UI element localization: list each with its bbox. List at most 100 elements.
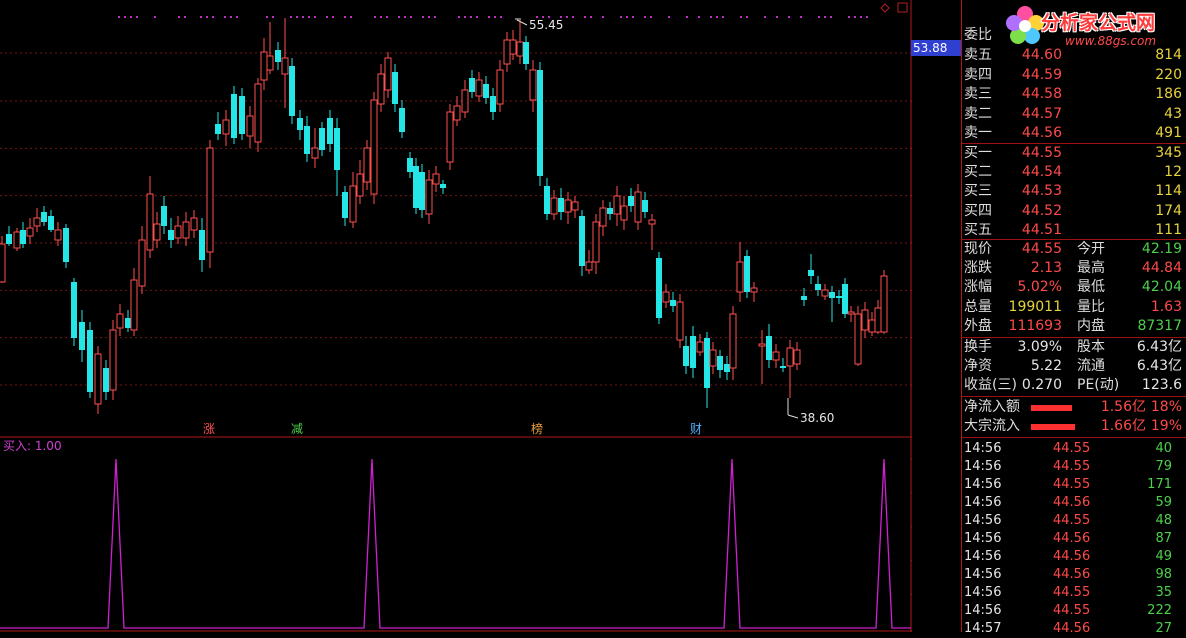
candle-down [766,336,772,360]
stat-label-2: 量比 [1077,298,1105,315]
stat-label: 总量 [964,298,992,315]
candle-up [550,197,558,215]
fin-value-2: 6.43亿 [1136,339,1182,355]
ask-volume: 491 [1155,125,1182,141]
fin-row: 收益(三) 0.270 PE(动) 123.6 [961,376,1186,395]
candle-up [138,239,146,287]
flow-row: 净流入额 1.56亿 18% [961,398,1186,417]
signal-dot [212,16,214,18]
candle-up [496,69,504,105]
tick-price: 44.56 [1053,621,1091,636]
flow-percent: 18% [1150,399,1182,415]
stat-label: 外盘 [964,317,992,334]
candle-down [670,300,676,306]
candle-up [529,69,537,101]
candle-up [146,193,154,251]
tick-row: 14:56 44.55 222 [961,602,1186,620]
signal-dot [854,16,856,18]
candle-down [704,338,710,388]
candle-up [254,83,262,143]
candle-down [628,196,634,206]
fin-value: 5.22 [1030,358,1062,375]
candle-down [419,172,425,210]
kline-chart[interactable]: 52.0050.0048.0046.0044.0042.0040.00 买入: … [0,0,912,632]
bid-price: 44.53 [1021,183,1062,200]
candle-down [469,78,475,92]
candle-down [683,346,689,366]
ask-label: 卖五 [964,47,992,63]
candle-down [579,216,585,266]
candle-up [54,229,62,241]
candle-down [41,212,47,222]
candle-up [758,343,766,347]
bid-row: 买四 44.52 174 [961,202,1186,221]
signal-dot [650,16,652,18]
candle-up [266,55,274,71]
stat-row: 外盘 111693 内盘 87317 [961,317,1186,336]
tick-time: 14:56 [964,567,1002,582]
tick-row: 14:56 44.56 49 [961,548,1186,566]
candle-down [607,208,613,214]
candle-up [750,287,758,293]
tick-volume: 171 [1147,477,1172,492]
candle-up [868,319,876,333]
signal-dot [136,16,138,18]
candle-up [793,349,801,365]
stat-value-2: 42.04 [1141,279,1182,296]
signal-dot [746,16,748,18]
tick-volume: 27 [1155,621,1172,636]
candle-up [153,223,161,241]
signal-dot [344,16,346,18]
tick-volume: 49 [1155,549,1172,564]
candle-up [613,195,621,215]
candle-down [724,364,730,372]
tick-price: 44.56 [1053,531,1091,546]
window-restore-icon [897,2,908,13]
ask-volume: 220 [1155,66,1182,83]
candle-up [874,307,882,333]
stat-value: 111693 [1008,317,1062,334]
signal-dot [266,16,268,18]
signal-dot [184,16,186,18]
candle-up [696,341,704,353]
candle-up [26,227,34,237]
candle-down [231,94,237,138]
signal-dot [434,16,436,18]
candle-up [13,231,21,249]
candle-up [109,329,117,391]
candle-up [356,173,364,197]
ask-row: 卖五 44.60 814 [961,46,1186,65]
weibi-label: 委比 [964,27,992,43]
low-arrow-tail [787,414,799,419]
signal-dot [698,16,700,18]
signal-dot [374,16,376,18]
candle-up [311,147,319,159]
signal-dot [410,16,412,18]
candle-down [79,322,85,350]
tick-row: 14:56 44.56 87 [961,530,1186,548]
tick-time: 14:56 [964,603,1002,618]
buy-indicator-panel: 买入: 1.001.000.800.600.400.20 [0,439,912,629]
signal-dot [302,16,304,18]
candle-down [334,128,340,170]
event-marker: 涨 [203,421,215,436]
bid-row: 买二 44.54 12 [961,163,1186,182]
tick-price: 44.55 [1053,441,1091,456]
quote-panel: 委比 卖五 44.60 814 卖四 44.59 220 卖三 44.58 186 卖二 44.57 4… [961,0,1186,636]
candle-down [642,200,648,212]
candle-down [656,258,662,318]
fin-value-2: 123.6 [1141,377,1182,394]
signal-dot [458,16,460,18]
bid-price: 44.54 [1021,164,1062,181]
signal-dot [272,16,274,18]
ask-row: 卖三 44.58 186 [961,85,1186,104]
stat-label-2: 最高 [1077,260,1105,277]
signal-dot [740,16,742,18]
tick-time: 14:56 [964,531,1002,546]
candle-up [206,147,214,253]
ask-row: 卖一 44.56 491 [961,124,1186,143]
tick-volume: 79 [1155,459,1172,474]
ask-label: 卖三 [964,86,992,102]
candle-down [829,292,835,298]
stat-label: 现价 [964,241,992,257]
